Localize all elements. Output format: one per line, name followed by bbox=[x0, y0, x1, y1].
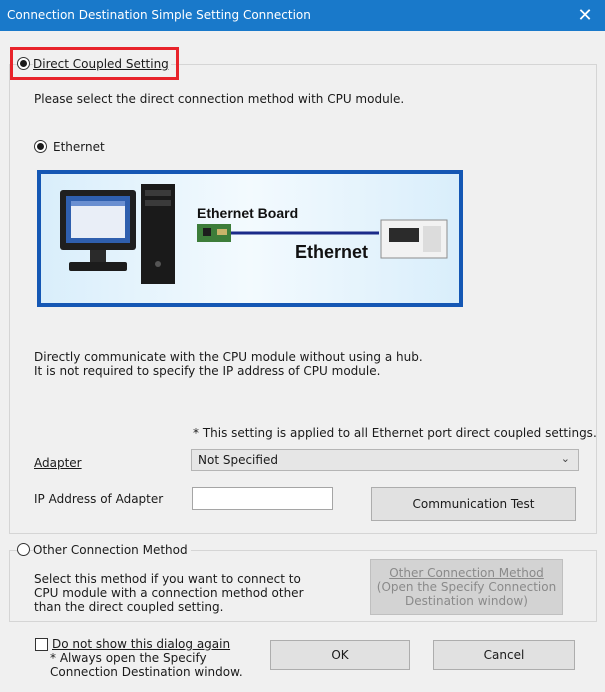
direct-coupled-radio[interactable] bbox=[17, 57, 30, 70]
ethernet-diagram: Ethernet Board Ethernet bbox=[37, 170, 463, 307]
dont-show-checkbox[interactable] bbox=[35, 638, 48, 651]
ethernet-radio[interactable] bbox=[34, 140, 47, 153]
other-method-button[interactable]: Other Connection Method (Open the Specif… bbox=[370, 559, 563, 615]
cable-label: Ethernet bbox=[295, 242, 368, 262]
other-method-button-line1: Other Connection Method bbox=[389, 566, 544, 580]
chevron-down-icon: ⌄ bbox=[560, 452, 570, 465]
close-icon[interactable]: ✕ bbox=[565, 0, 605, 31]
other-description-1: Select this method if you want to connec… bbox=[34, 572, 301, 586]
adapter-select[interactable]: Not Specified ⌄ bbox=[191, 449, 579, 471]
board-label: Ethernet Board bbox=[197, 205, 298, 221]
communication-test-button[interactable]: Communication Test bbox=[371, 487, 576, 521]
adapter-value: Not Specified bbox=[198, 453, 278, 467]
other-description-3: than the direct coupled setting. bbox=[34, 600, 224, 614]
other-description-2: CPU module with a connection method othe… bbox=[34, 586, 304, 600]
info-line-1: Directly communicate with the CPU module… bbox=[34, 350, 423, 364]
ok-button[interactable]: OK bbox=[270, 640, 410, 670]
setting-note: * This setting is applied to all Etherne… bbox=[193, 426, 597, 440]
ip-address-label: IP Address of Adapter bbox=[34, 492, 164, 506]
diagram-illustration: Ethernet Board Ethernet bbox=[60, 184, 448, 284]
other-method-radio[interactable] bbox=[17, 543, 30, 556]
title-bar: Connection Destination Simple Setting Co… bbox=[0, 0, 605, 31]
info-line-2: It is not required to specify the IP add… bbox=[34, 364, 381, 378]
pc-tower-icon bbox=[141, 184, 175, 284]
direct-coupled-label[interactable]: Direct Coupled Setting bbox=[33, 57, 171, 71]
other-method-button-line3: Destination window) bbox=[405, 594, 528, 608]
window-title: Connection Destination Simple Setting Co… bbox=[7, 8, 311, 22]
other-method-button-line2: (Open the Specify Connection bbox=[376, 580, 557, 594]
ethernet-label[interactable]: Ethernet bbox=[53, 140, 105, 154]
dont-show-label[interactable]: Do not show this dialog again bbox=[52, 637, 230, 651]
dont-show-note-1: * Always open the Specify bbox=[50, 651, 207, 665]
adapter-label: Adapter bbox=[34, 456, 82, 470]
ip-address-input[interactable] bbox=[192, 487, 333, 510]
direct-description: Please select the direct connection meth… bbox=[34, 92, 405, 106]
cancel-button[interactable]: Cancel bbox=[433, 640, 575, 670]
other-method-label[interactable]: Other Connection Method bbox=[33, 543, 191, 557]
dont-show-note-2: Connection Destination window. bbox=[50, 665, 243, 679]
